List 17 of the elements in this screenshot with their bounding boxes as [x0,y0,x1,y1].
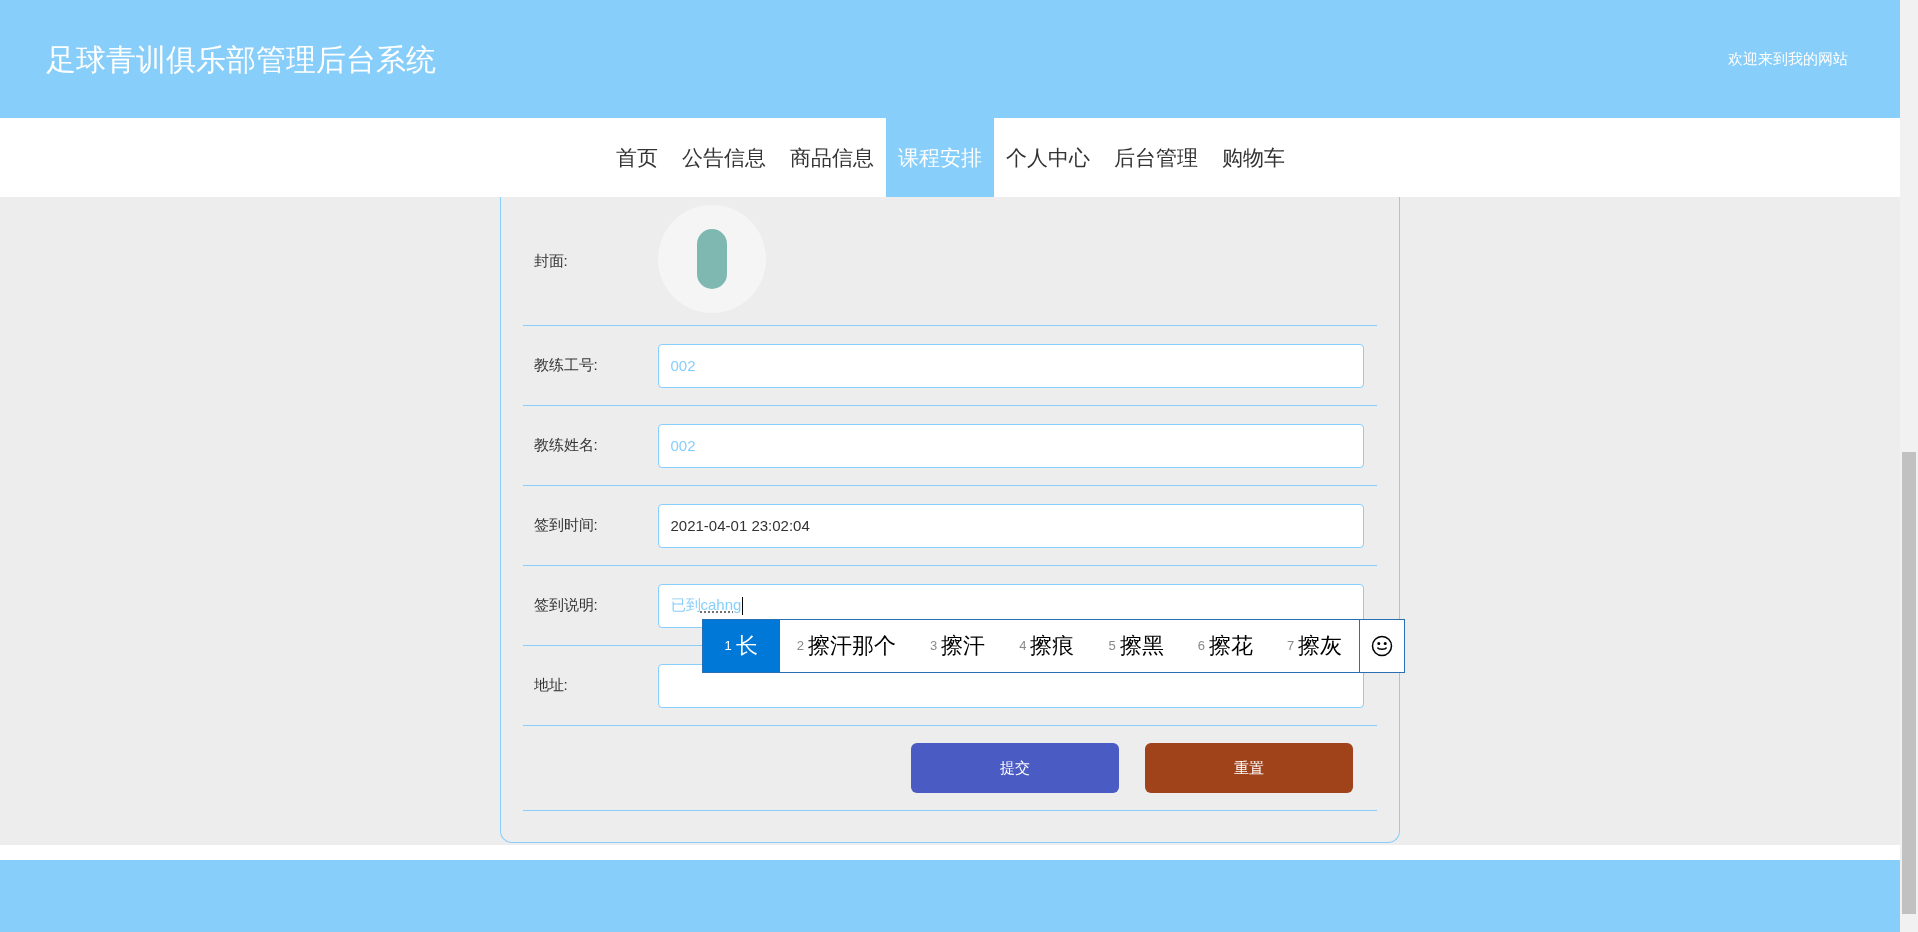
nav-tab[interactable]: 后台管理 [1101,118,1210,197]
nav-tab[interactable]: 购物车 [1209,118,1297,197]
nav-tab[interactable]: 公告信息 [669,118,778,197]
field-label: 签到时间: [532,515,599,536]
nav-tab[interactable]: 首页 [603,118,670,197]
reset-button[interactable]: 重置 [1144,743,1353,793]
field-label: 签到说明: [532,595,599,616]
field-label: 教练姓名: [532,435,599,456]
input-field[interactable]: 2021-04-01 23:02:04 [657,503,1364,548]
nav-tab[interactable]: 商品信息 [777,118,886,197]
nav-tab[interactable]: 个人中心 [993,118,1102,197]
submit-button[interactable]: 提交 [910,743,1119,793]
field-label: 封面: [532,250,569,271]
welcome-text: 欢迎来到我的网站 [1728,48,1848,69]
field-label: 地址: [532,675,569,696]
field-label: 教练工号: [532,355,599,376]
site-title: 足球青训俱乐部管理后台系统 [46,41,436,78]
